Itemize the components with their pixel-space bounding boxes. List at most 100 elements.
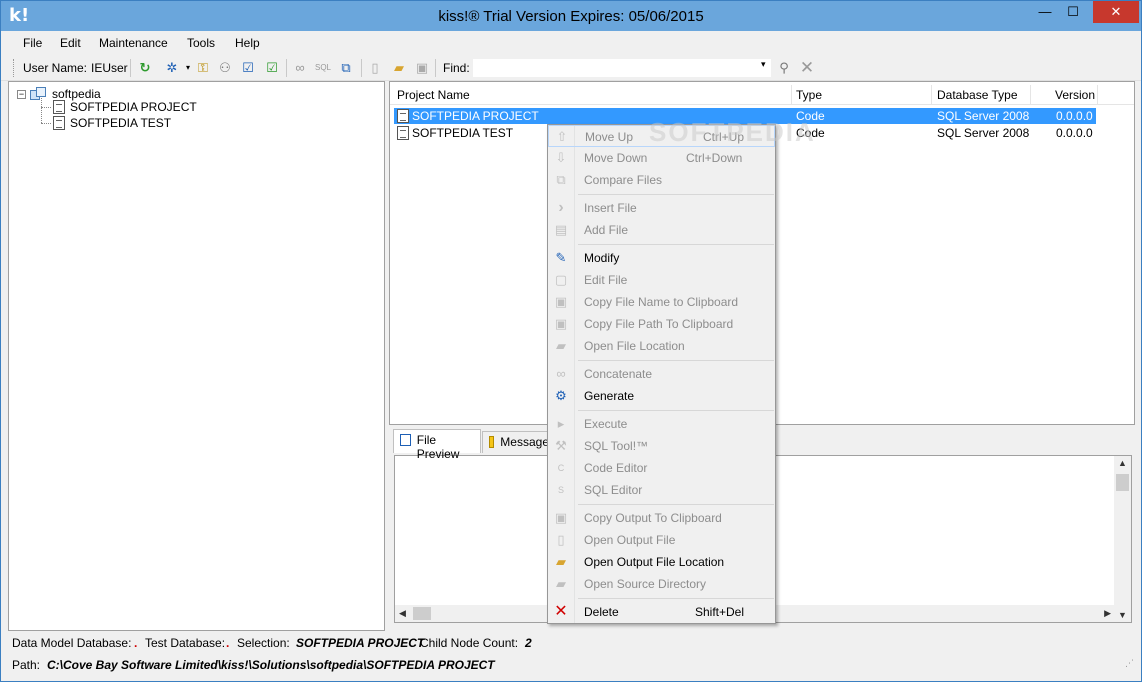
menu-item-generate[interactable]: ⚙ Generate	[548, 385, 775, 407]
column-header-version[interactable]: Version	[1055, 88, 1095, 102]
tab-file-preview[interactable]: File Preview	[393, 429, 481, 461]
menu-item-edit-file[interactable]: ▢ Edit File	[548, 269, 775, 291]
scroll-left-icon[interactable]: ◀	[399, 608, 406, 619]
menu-item-copy-output[interactable]: ▣ Copy Output To Clipboard	[548, 507, 775, 529]
scroll-right-icon[interactable]: ▶	[1104, 608, 1111, 619]
check-doc-green-icon[interactable]: ☑	[263, 59, 281, 77]
check-doc-icon[interactable]: ☑	[239, 59, 257, 77]
sql-icon[interactable]: SQL	[314, 59, 332, 77]
scroll-thumb[interactable]	[413, 607, 431, 620]
window-title: kiss!® Trial Version Expires: 05/06/2015	[438, 8, 704, 25]
project-file-icon	[53, 116, 65, 130]
cell-version: 0.0.0.0	[1056, 126, 1093, 140]
context-menu: ⇧ Move Up Ctrl+Up ⇩ Move Down Ctrl+Down …	[547, 124, 776, 624]
column-divider[interactable]	[791, 85, 792, 105]
collapse-icon[interactable]: −	[17, 89, 26, 99]
scroll-up-icon[interactable]: ▲	[1118, 458, 1127, 468]
add-file-icon: ▤	[554, 222, 568, 237]
tree-node[interactable]: SOFTPEDIA PROJECT	[53, 99, 197, 115]
cell-database-type: SQL Server 2008	[937, 109, 1030, 123]
generate-icon[interactable]: ⧉	[337, 59, 355, 77]
menu-item-modify[interactable]: ✎ Modify	[548, 247, 775, 269]
list-header: Project Name Type Database Type Version	[390, 85, 1134, 105]
open-folder-icon: ▰	[556, 554, 566, 569]
file-preview-icon	[400, 434, 411, 446]
menu-maintenance[interactable]: Maintenance	[99, 36, 168, 50]
users-icon[interactable]: ⚇	[216, 59, 234, 77]
column-header-type[interactable]: Type	[796, 88, 822, 102]
column-divider[interactable]	[1030, 85, 1031, 105]
toolbar-separator	[361, 59, 362, 77]
open-folder-icon[interactable]: ▰	[390, 59, 408, 77]
menu-item-concatenate[interactable]: ∞ Concatenate	[548, 363, 775, 385]
tree-node[interactable]: SOFTPEDIA TEST	[53, 115, 171, 131]
edit-file-icon: ▢	[554, 272, 568, 287]
title-bar[interactable]: k! kiss!® Trial Version Expires: 05/06/2…	[1, 1, 1141, 31]
scroll-down-icon[interactable]: ▼	[1118, 610, 1127, 620]
menu-item-insert-file[interactable]: › Insert File	[548, 197, 775, 219]
menu-item-open-file-location[interactable]: ▰ Open File Location	[548, 335, 775, 357]
menu-item-label: Copy File Name to Clipboard	[584, 295, 739, 309]
close-button[interactable]: ✕	[1093, 1, 1139, 23]
menu-item-label: Concatenate	[584, 367, 653, 381]
menu-item-label: SQL Tool!™	[584, 439, 649, 453]
menu-item-label: SQL Editor	[584, 483, 643, 497]
menu-item-add-file[interactable]: ▤ Add File	[548, 219, 775, 241]
minimize-button[interactable]: —	[1031, 1, 1059, 23]
menu-item-copy-file-path[interactable]: ▣ Copy File Path To Clipboard	[548, 313, 775, 335]
menu-bar: File Edit Maintenance Tools Help	[1, 32, 1141, 54]
resize-grip-icon[interactable]: ⋰	[1125, 658, 1134, 669]
column-header-database-type[interactable]: Database Type	[937, 88, 1018, 102]
menu-item-compare-files[interactable]: ⧉ Compare Files	[548, 169, 775, 191]
column-divider[interactable]	[1097, 85, 1098, 105]
menu-separator	[578, 360, 774, 361]
tree-connector	[41, 107, 51, 108]
link-icon[interactable]: ∞	[291, 59, 309, 77]
menu-item-code-editor[interactable]: C Code Editor	[548, 457, 775, 479]
vertical-scrollbar[interactable]: ▲ ▼	[1114, 456, 1131, 622]
menu-item-label: Copy File Path To Clipboard	[584, 317, 734, 331]
menu-tools[interactable]: Tools	[187, 36, 215, 50]
maximize-button[interactable]: ☐	[1059, 1, 1087, 23]
menu-item-copy-file-name[interactable]: ▣ Copy File Name to Clipboard	[548, 291, 775, 313]
menu-separator	[578, 244, 774, 245]
tree-connector	[41, 98, 42, 123]
menu-item-open-source-directory[interactable]: ▰ Open Source Directory	[548, 573, 775, 595]
app-window: k! kiss!® Trial Version Expires: 05/06/2…	[0, 0, 1142, 682]
menu-item-label: Edit File	[584, 273, 628, 287]
menu-item-sql-tool[interactable]: ⚒ SQL Tool!™	[548, 435, 775, 457]
column-divider[interactable]	[931, 85, 932, 105]
menu-item-open-output-location[interactable]: ▰ Open Output File Location	[548, 551, 775, 573]
menu-item-label: Add File	[584, 223, 629, 237]
menu-edit[interactable]: Edit	[60, 36, 81, 50]
menu-file[interactable]: File	[23, 36, 42, 50]
project-tree[interactable]: − softpedia SOFTPEDIA PROJECT SOFTPEDIA …	[8, 81, 385, 631]
file-icon: ▯	[557, 532, 565, 547]
menu-item-execute[interactable]: ▸ Execute	[548, 413, 775, 435]
refresh-icon[interactable]: ↻	[136, 59, 154, 77]
menu-item-open-output-file[interactable]: ▯ Open Output File	[548, 529, 775, 551]
find-dropdown-icon[interactable]: ▾	[761, 59, 766, 70]
binoculars-icon[interactable]: ⚲	[775, 59, 793, 77]
clear-icon[interactable]: ✕	[798, 59, 816, 77]
cell-project-name: SOFTPEDIA PROJECT	[412, 109, 539, 123]
column-header-project-name[interactable]: Project Name	[397, 88, 470, 102]
menu-help[interactable]: Help	[235, 36, 260, 50]
menu-item-delete[interactable]: ✕ Delete Shift+Del	[548, 601, 775, 623]
menu-item-move-down[interactable]: ⇩ Move Down Ctrl+Down	[548, 147, 775, 169]
chevron-right-icon: ›	[558, 199, 564, 216]
scroll-thumb[interactable]	[1116, 474, 1129, 491]
selection-value: SOFTPEDIA PROJECT	[296, 636, 425, 650]
project-file-icon	[397, 109, 409, 123]
cell-database-type: SQL Server 2008	[937, 126, 1030, 140]
tree-node-label: SOFTPEDIA TEST	[70, 116, 172, 130]
selection-label: Selection:	[237, 636, 290, 650]
menu-item-label: Code Editor	[584, 461, 648, 475]
menu-item-sql-editor[interactable]: S SQL Editor	[548, 479, 775, 501]
clipboard-icon[interactable]: ▣	[413, 59, 431, 77]
toolbar-grip[interactable]	[13, 59, 16, 77]
sql-icon: S	[557, 485, 564, 495]
find-input[interactable]	[472, 58, 772, 78]
new-file-icon[interactable]: ▯	[366, 59, 384, 77]
keys-icon[interactable]: ⚿	[194, 59, 212, 77]
